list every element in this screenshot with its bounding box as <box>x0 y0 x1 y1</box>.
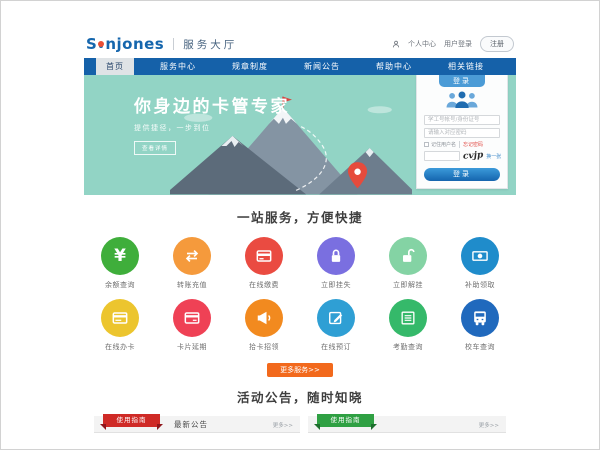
remember-label: 记住用户名 <box>431 141 456 148</box>
more-link-left[interactable]: 更多>> <box>273 421 293 429</box>
site-title: 服务大厅 <box>183 37 237 52</box>
personal-center-link[interactable]: 个人中心 <box>408 39 436 49</box>
logo-text-left: S <box>86 35 97 53</box>
hero-subtitle: 提供捷径，一步到位 <box>134 123 290 133</box>
lock-open-icon <box>389 237 427 275</box>
remember-checkbox[interactable] <box>424 142 429 147</box>
hero-text: 你身边的卡管专家 提供捷径，一步到位 查看详情 <box>134 92 290 155</box>
yen-icon: ¥ <box>101 237 139 275</box>
card-icon <box>173 299 211 337</box>
bank-card-icon <box>245 237 283 275</box>
captcha-refresh-link[interactable]: 换一张 <box>486 153 501 160</box>
captcha-input[interactable] <box>424 151 460 161</box>
more-services-button[interactable]: 更多服务>> <box>267 363 333 377</box>
service-attendance-inquiry[interactable]: 考勤查询 <box>372 290 444 352</box>
logo-text-right: njones <box>105 35 164 53</box>
captcha-image[interactable]: cvjp <box>463 150 484 161</box>
ribbon-tab-guide-right[interactable]: 使用指南 <box>317 414 374 427</box>
user-login-link[interactable]: 用户登录 <box>444 39 472 49</box>
hero-banner: 你身边的卡管专家 提供捷径，一步到位 查看详情 登录 <box>84 75 516 195</box>
services-title: 一站服务，方便快捷 <box>84 207 516 226</box>
bus-icon <box>461 299 499 337</box>
announcement-panel-right: 使用指南 更多>> <box>308 416 506 433</box>
nav-item-rules[interactable]: 规章制度 <box>222 58 278 75</box>
username-input[interactable] <box>424 115 500 125</box>
nav-item-news[interactable]: 新闻公告 <box>294 58 350 75</box>
services-section: 一站服务，方便快捷 ¥ 余额查询 转账充值 在线缴费 <box>84 195 516 377</box>
list-icon <box>389 299 427 337</box>
user-icon <box>392 40 400 48</box>
service-online-payment[interactable]: 在线缴费 <box>228 228 300 290</box>
users-group-icon <box>440 90 484 108</box>
service-online-card-apply[interactable]: 在线办卡 <box>84 290 156 352</box>
service-balance-inquiry[interactable]: ¥ 余额查询 <box>84 228 156 290</box>
logo-dot-icon <box>98 41 104 47</box>
lock-closed-icon <box>317 237 355 275</box>
services-grid: ¥ 余额查询 转账充值 在线缴费 立即挂失 <box>84 228 516 352</box>
ribbon-tab-guide[interactable]: 使用指南 <box>103 414 160 427</box>
card-icon <box>101 299 139 337</box>
service-online-booking[interactable]: 在线预订 <box>300 290 372 352</box>
announcement-panels: 使用指南 最新公告 更多>> 使用指南 更多>> <box>84 416 516 433</box>
register-button[interactable]: 注册 <box>480 36 514 52</box>
edit-icon <box>317 299 355 337</box>
service-report-loss[interactable]: 立即挂失 <box>300 228 372 290</box>
password-input[interactable] <box>424 128 500 138</box>
hero-cta-button[interactable]: 查看详情 <box>134 141 176 155</box>
banknote-icon <box>461 237 499 275</box>
logo[interactable]: Snjones 服务大厅 <box>86 35 237 53</box>
main-nav: 首页 服务中心 规章制度 新闻公告 帮助中心 相关链接 <box>84 58 516 75</box>
more-link-right[interactable]: 更多>> <box>479 421 499 429</box>
service-card-extension[interactable]: 卡片延期 <box>156 290 228 352</box>
tab-latest-news[interactable]: 最新公告 <box>174 419 208 430</box>
top-bar: Snjones 服务大厅 个人中心 用户登录 注册 <box>84 30 516 58</box>
forgot-password-link[interactable]: 忘记密码 <box>459 141 483 148</box>
nav-item-help[interactable]: 帮助中心 <box>366 58 422 75</box>
service-transfer-recharge[interactable]: 转账充值 <box>156 228 228 290</box>
nav-item-home[interactable]: 首页 <box>96 58 134 75</box>
login-panel: 登录 记住用户名 忘记密码 cvjp 换一张 <box>416 75 508 189</box>
hero-title: 你身边的卡管专家 <box>134 92 290 117</box>
megaphone-icon <box>245 299 283 337</box>
service-found-card-claim[interactable]: 拾卡招领 <box>228 290 300 352</box>
announcements-title: 活动公告，随时知晓 <box>84 387 516 406</box>
login-tab[interactable]: 登录 <box>439 75 485 87</box>
header-meta: 个人中心 用户登录 注册 <box>392 36 514 52</box>
nav-item-service-center[interactable]: 服务中心 <box>150 58 206 75</box>
transfer-arrows-icon <box>173 237 211 275</box>
service-school-bus-inquiry[interactable]: 校车查询 <box>444 290 516 352</box>
logo-divider <box>173 38 174 50</box>
captcha-row: cvjp 换一张 <box>424 151 500 161</box>
service-subsidy-collect[interactable]: 补助领取 <box>444 228 516 290</box>
announcement-panel-left: 使用指南 最新公告 更多>> <box>94 416 300 433</box>
announcements-section: 活动公告，随时知晓 使用指南 最新公告 更多>> 使用指南 更多>> <box>84 387 516 433</box>
remember-row: 记住用户名 忘记密码 <box>424 141 500 148</box>
nav-item-links[interactable]: 相关链接 <box>438 58 494 75</box>
service-cancel-loss[interactable]: 立即解挂 <box>372 228 444 290</box>
login-submit-button[interactable]: 登录 <box>424 168 500 181</box>
page: Snjones 服务大厅 个人中心 用户登录 注册 首页 服务中心 规章制度 新… <box>84 30 516 433</box>
